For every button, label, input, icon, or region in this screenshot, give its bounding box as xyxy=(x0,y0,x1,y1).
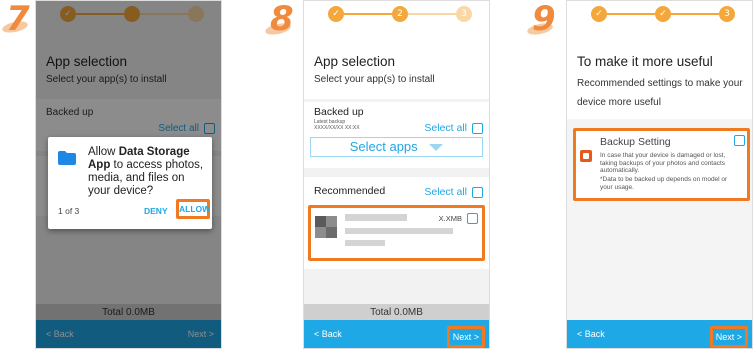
folder-icon xyxy=(58,151,76,165)
app-icon-blurred xyxy=(315,216,337,238)
back-button[interactable]: < Back xyxy=(314,329,342,339)
backup-setting-note: *Data to be backed up depends on model o… xyxy=(600,176,728,191)
app-name-blurred xyxy=(345,214,407,221)
select-apps-label: Select apps xyxy=(349,139,418,154)
step-number: 7 xyxy=(6,0,30,39)
phone-step-8: ✓ 2 3 App selection Select your app(s) t… xyxy=(303,0,490,349)
backup-setting-checkbox[interactable] xyxy=(734,135,745,146)
step-2-check-icon: ✓ xyxy=(655,6,671,22)
latest-backup-value: XXXX/XX/XX XX:XX xyxy=(314,125,360,131)
backed-up-card: Backed up Latest backup XXXX/XX/XX XX:XX… xyxy=(304,102,489,168)
app-desc-blurred xyxy=(345,228,453,234)
select-all-link[interactable]: Select all xyxy=(424,122,467,134)
permission-dialog: Allow Data Storage App to access photos,… xyxy=(48,137,212,229)
recommended-app-item[interactable]: X.XMB xyxy=(308,205,485,261)
backup-app-icon xyxy=(580,150,592,162)
app-size: X.XMB xyxy=(438,214,462,223)
recommended-select-all-link[interactable]: Select all xyxy=(424,186,467,198)
select-all-checkbox[interactable] xyxy=(472,123,483,134)
backup-setting-description: In case that your device is damaged or l… xyxy=(600,152,726,174)
app-checkbox[interactable] xyxy=(467,213,478,224)
step-3-dot: 3 xyxy=(456,6,472,22)
next-button[interactable]: Next > xyxy=(446,326,485,348)
recommended-select-all-checkbox[interactable] xyxy=(472,187,483,198)
next-button[interactable]: Next > xyxy=(709,326,748,348)
bottom-nav: < Back Next > xyxy=(304,320,489,348)
progress-stepper: ✓ ✓ 3 xyxy=(567,1,752,27)
back-button[interactable]: < Back xyxy=(577,329,605,339)
step-number: 8 xyxy=(270,0,294,39)
dialog-message: Allow Data Storage App to access photos,… xyxy=(88,146,204,197)
step-1-check-icon: ✓ xyxy=(328,6,344,22)
step-1-check-icon: ✓ xyxy=(591,6,607,22)
allow-button[interactable]: ALLOW xyxy=(176,199,210,219)
backed-up-label: Backed up xyxy=(314,106,364,118)
backup-setting-item[interactable]: Backup Setting In case that your device … xyxy=(573,128,750,201)
phone-step-7: ✓ App selection Select your app(s) to in… xyxy=(35,0,222,349)
recommended-label: Recommended xyxy=(314,185,386,197)
page-subtitle: Recommended settings to make your device… xyxy=(577,78,743,108)
recommended-card: Recommended Select all X.XMB xyxy=(304,177,489,269)
select-apps-dropdown[interactable]: Select apps xyxy=(310,137,483,157)
progress-stepper: ✓ 2 3 xyxy=(304,1,489,27)
step-3-dot: 3 xyxy=(719,6,735,22)
backup-setting-title: Backup Setting xyxy=(600,136,671,148)
step-2-dot: 2 xyxy=(392,6,408,22)
deny-button[interactable]: DENY xyxy=(144,206,168,216)
triangle-down-icon xyxy=(429,144,444,152)
phone-step-9: ✓ ✓ 3 To make it more useful Recommended… xyxy=(566,0,753,349)
dialog-counter: 1 of 3 xyxy=(58,206,80,216)
page-subtitle: Select your app(s) to install xyxy=(314,74,435,85)
page-title: App selection xyxy=(314,54,396,69)
step-number: 9 xyxy=(532,0,556,39)
bottom-nav: < Back Next > xyxy=(567,320,752,348)
page-title: To make it more useful xyxy=(577,54,713,69)
